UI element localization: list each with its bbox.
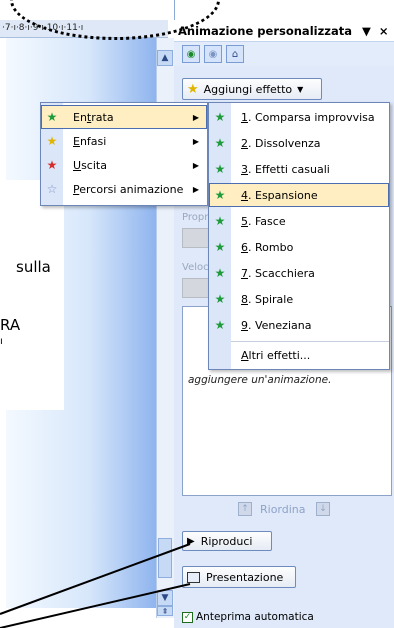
red-star-icon: ★ — [46, 158, 58, 172]
annotation-arrows — [0, 543, 191, 628]
green-star-icon: ★ — [214, 214, 226, 228]
green-star-icon: ★ — [214, 318, 226, 332]
outline-star-icon: ☆ — [46, 182, 58, 196]
green-star-icon: ★ — [214, 162, 226, 176]
green-star-icon: ★ — [214, 240, 226, 254]
green-star-icon: ★ — [46, 110, 58, 124]
annotation-arrow-slideshow — [0, 583, 191, 628]
green-star-icon: ★ — [214, 136, 226, 150]
green-star-icon: ★ — [214, 292, 226, 306]
green-star-icon: ★ — [214, 110, 226, 124]
annotation-arrow-play — [0, 543, 191, 615]
yellow-star-icon: ★ — [46, 134, 58, 148]
green-star-icon: ★ — [214, 188, 226, 202]
green-star-icon: ★ — [214, 266, 226, 280]
